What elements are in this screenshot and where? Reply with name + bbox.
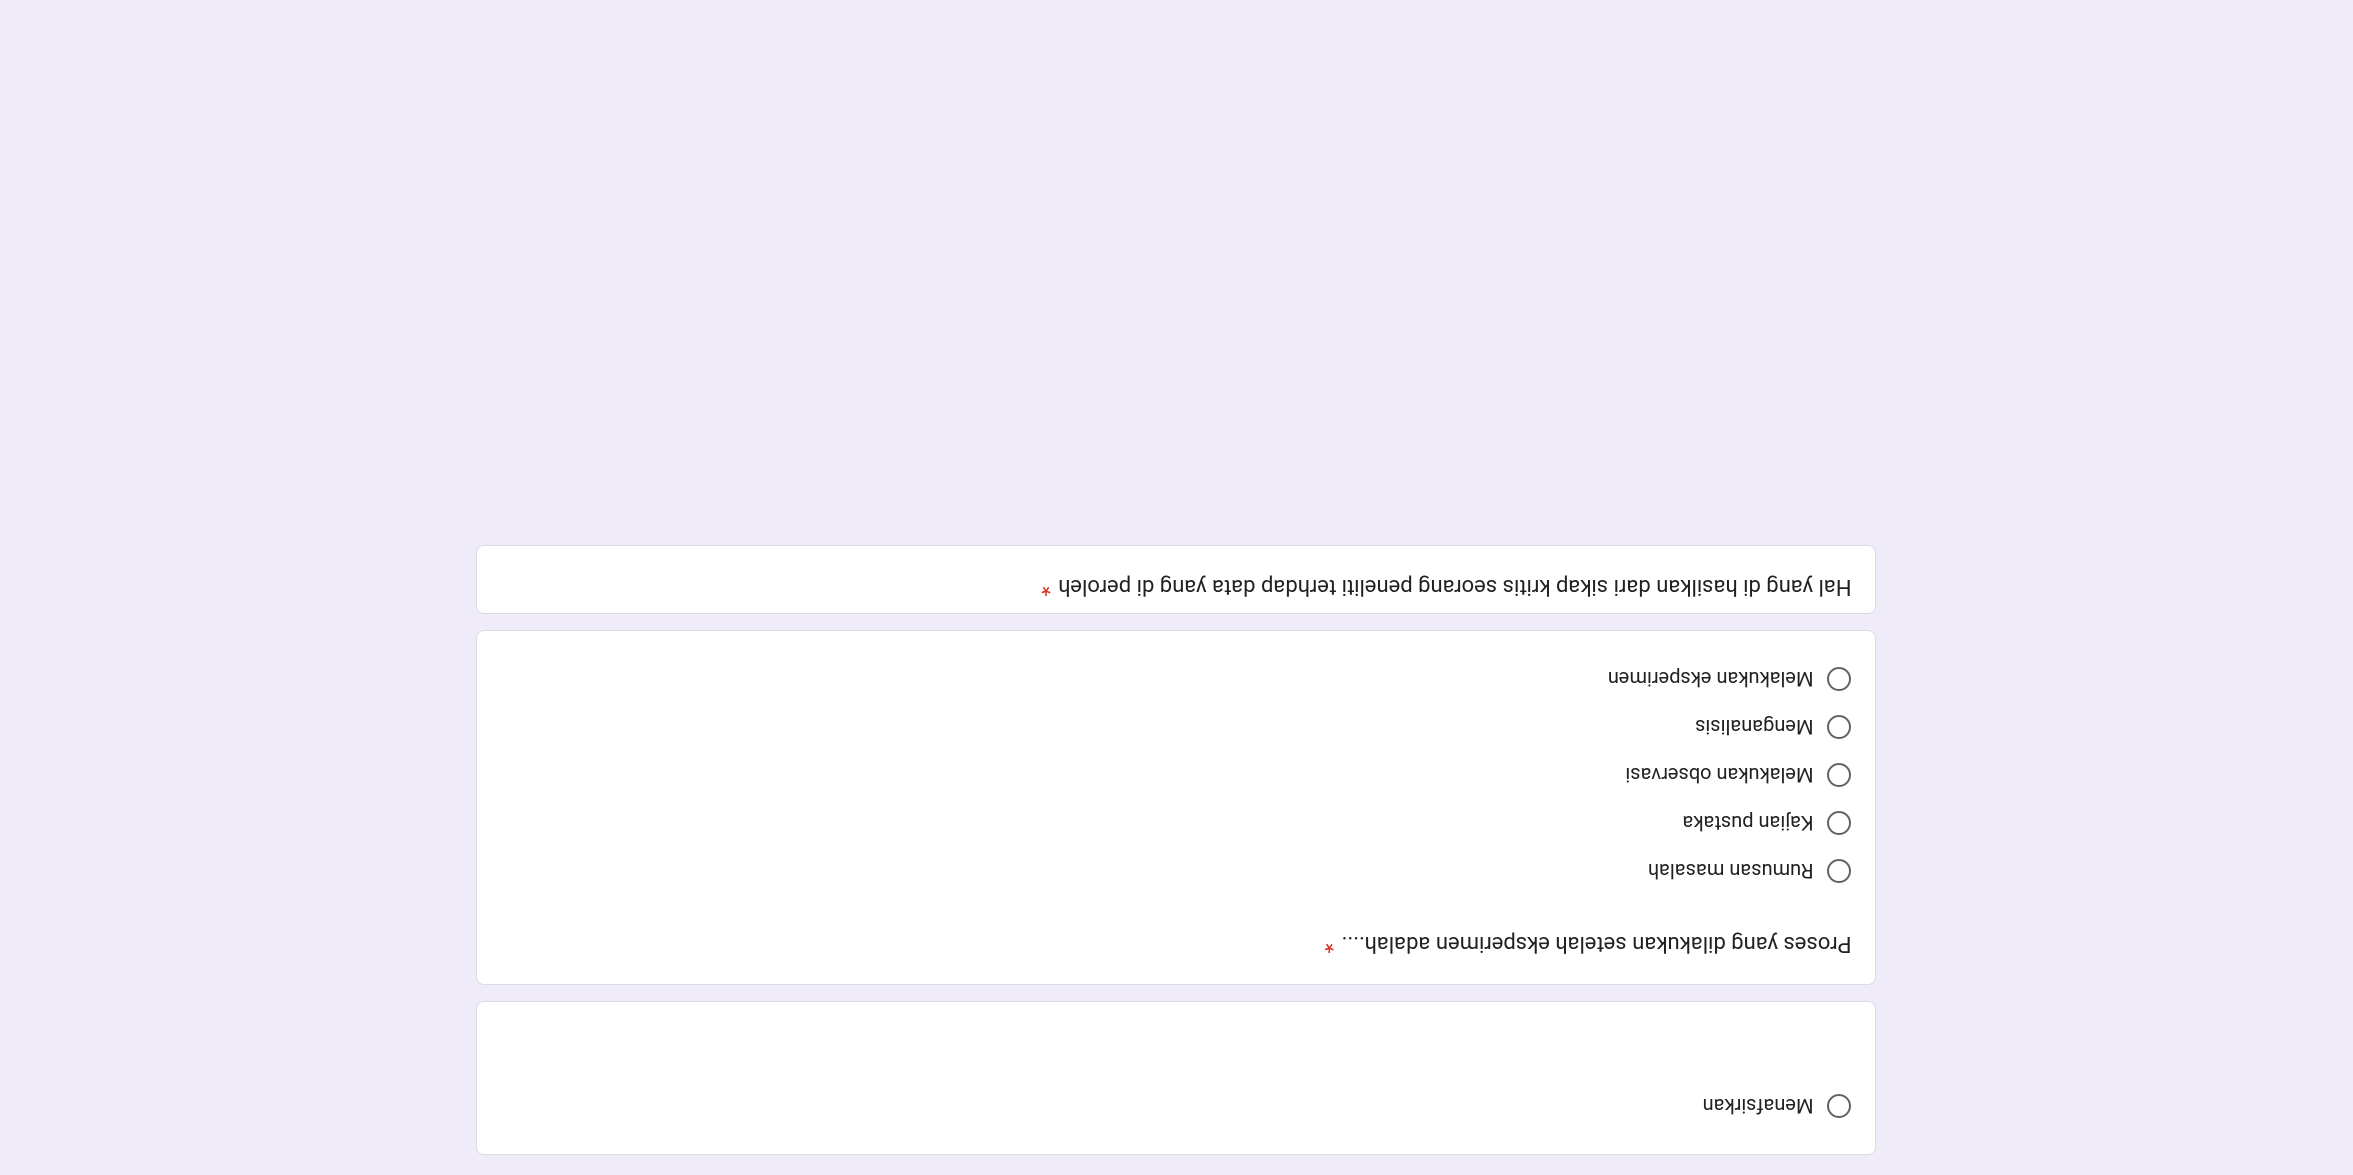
question-card-1: Proses yang dilakukan setelah eksperimen… <box>477 630 1877 985</box>
radio-icon <box>1828 811 1852 835</box>
option-label: Melakukan eksperimen <box>1608 667 1814 691</box>
radio-option-4[interactable]: Melakukan eksperimen <box>502 655 1852 703</box>
question-prompt: Hal yang di hasilkan dari sikap kritis s… <box>1058 574 1851 599</box>
question-text: Hal yang di hasilkan dari sikap kritis s… <box>502 570 1852 603</box>
radio-icon <box>1828 1094 1852 1118</box>
radio-icon <box>1828 715 1852 739</box>
radio-option-3[interactable]: Menganalisis <box>502 703 1852 751</box>
question-card-2-partial: Hal yang di hasilkan dari sikap kritis s… <box>477 545 1877 614</box>
option-label: Menafsirkan <box>1703 1094 1814 1118</box>
radio-option-0[interactable]: Rumusan masalah <box>502 847 1852 895</box>
radio-icon <box>1828 667 1852 691</box>
radio-option-1[interactable]: Kajian pustaka <box>502 799 1852 847</box>
prev-question-card-partial: Menafsirkan <box>477 1001 1877 1155</box>
radio-icon <box>1828 859 1852 883</box>
required-asterisk: * <box>1041 574 1050 599</box>
option-label: Rumusan masalah <box>1648 859 1814 883</box>
radio-icon <box>1828 763 1852 787</box>
question-text: Proses yang dilakukan setelah eksperimen… <box>502 927 1852 960</box>
radio-option-menafsirkan[interactable]: Menafsirkan <box>502 1082 1852 1130</box>
option-label: Kajian pustaka <box>1683 811 1814 835</box>
option-label: Melakukan observasi <box>1625 763 1813 787</box>
radio-option-2[interactable]: Melakukan observasi <box>502 751 1852 799</box>
required-asterisk: * <box>1324 931 1333 956</box>
option-label: Menganalisis <box>1695 715 1813 739</box>
question-prompt: Proses yang dilakukan setelah eksperimen… <box>1341 931 1851 956</box>
